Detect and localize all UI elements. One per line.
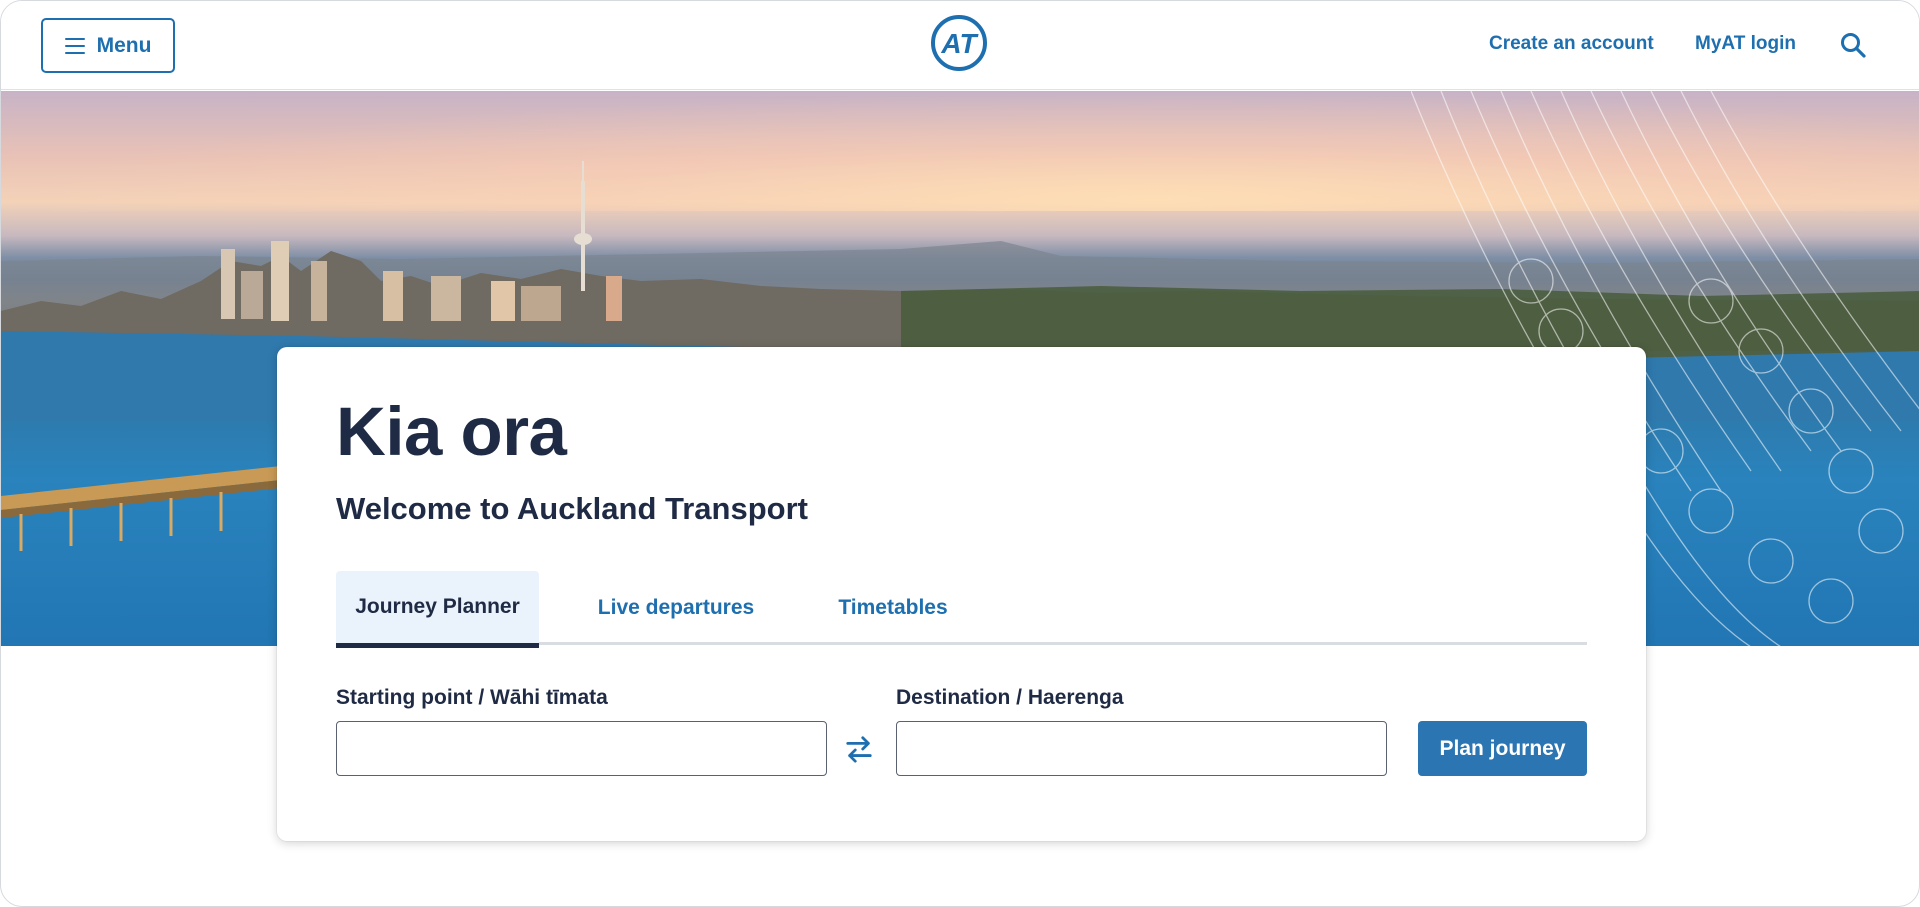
page-title: Kia ora — [336, 393, 567, 470]
tab-bar: Journey Planner Live departures Timetabl… — [336, 571, 1587, 648]
tab-live-departures[interactable]: Live departures — [596, 571, 756, 645]
swap-button[interactable] — [843, 733, 875, 765]
myat-login-link[interactable]: MyAT login — [1695, 33, 1796, 55]
plan-journey-button[interactable]: Plan journey — [1418, 721, 1587, 776]
welcome-subtitle: Welcome to Auckland Transport — [336, 491, 808, 526]
swap-arrows-icon — [846, 736, 872, 763]
starting-point-input[interactable] — [336, 721, 827, 776]
logo-text: AT — [940, 28, 979, 59]
search-icon[interactable] — [1839, 31, 1867, 59]
menu-button[interactable]: Menu — [41, 18, 175, 73]
at-logo[interactable]: AT — [930, 14, 988, 72]
harbour-bridge — [1, 466, 281, 551]
tab-journey-planner[interactable]: Journey Planner — [336, 571, 539, 648]
destination-label: Destination / Haerenga — [896, 686, 1124, 709]
hamburger-icon — [64, 37, 85, 54]
destination-input[interactable] — [896, 721, 1387, 776]
menu-label: Menu — [96, 33, 152, 57]
starting-point-label: Starting point / Wāhi tīmata — [336, 686, 608, 709]
create-account-link[interactable]: Create an account — [1489, 33, 1654, 55]
site-header: Menu AT Create an account MyAT login — [1, 1, 1919, 90]
tab-timetables[interactable]: Timetables — [823, 571, 963, 645]
browser-frame: Menu AT Create an account MyAT login Kia… — [0, 0, 1920, 907]
journey-card: Kia ora Welcome to Auckland Transport Jo… — [277, 347, 1646, 841]
